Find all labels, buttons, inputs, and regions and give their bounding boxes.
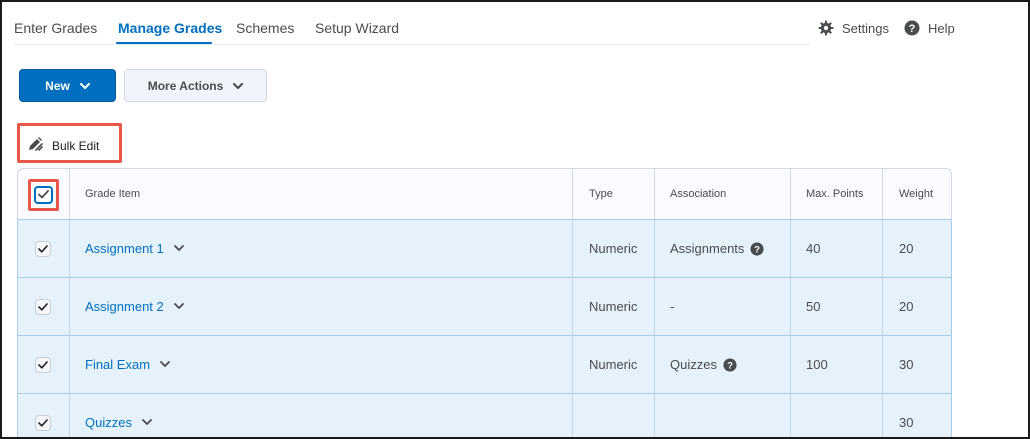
table-row: Assignment 1 Numeric Assignments ? 40 20 [17,220,952,278]
help-circle-icon[interactable]: ? [723,357,737,372]
more-actions-label: More Actions [147,78,224,93]
gear-icon [818,20,834,36]
type-cell: Numeric [589,299,638,314]
association-cell: - [670,299,675,314]
tab-schemes[interactable]: Schemes [236,20,294,36]
weight-cell: 20 [899,241,914,256]
app-frame: Enter Grades Manage Grades Schemes Setup… [0,0,1030,439]
bulk-edit-button[interactable]: Bulk Edit [27,136,99,155]
bulk-edit-label: Bulk Edit [52,138,100,153]
nav-divider [14,44,810,45]
settings-label: Settings [842,20,889,36]
chevron-down-icon[interactable] [173,303,184,310]
weight-cell: 30 [899,357,914,372]
grade-item-link[interactable]: Final Exam [85,357,150,372]
svg-text:?: ? [754,244,760,255]
checkmark-icon [38,241,48,256]
chevron-down-icon [79,79,90,93]
type-cell: Numeric [589,241,638,256]
table-row: Quizzes 30 [17,394,952,437]
table-header: Grade Item Type Association Max. Points … [17,168,952,220]
svg-text:?: ? [727,360,733,371]
grade-item-link[interactable]: Assignment 1 [85,241,164,256]
chevron-down-icon[interactable] [173,245,184,252]
chevron-down-icon[interactable] [142,419,152,426]
help-circle-icon: ? [904,20,920,36]
chevron-down-icon[interactable] [160,361,170,368]
pencil-edit-icon [27,136,43,155]
grade-item-link[interactable]: Assignment 2 [85,299,164,314]
row-checkbox[interactable] [35,240,51,257]
new-button[interactable]: New [19,69,116,102]
top-navigation: Enter Grades Manage Grades Schemes Setup… [2,2,1028,46]
more-actions-button[interactable]: More Actions [124,69,267,102]
help-circle-icon[interactable]: ? [750,241,764,256]
weight-cell: 20 [899,299,914,314]
type-cell: Numeric [589,357,638,372]
help-label: Help [928,20,955,36]
row-checkbox[interactable] [35,356,51,373]
settings-link[interactable]: Settings [818,20,889,36]
row-checkbox[interactable] [35,298,51,315]
grade-item-link[interactable]: Quizzes [85,415,132,430]
max-points-cell: 40 [806,241,821,256]
chevron-down-icon [233,79,244,93]
checkmark-icon [38,299,48,314]
checkmark-icon [38,415,48,430]
header-association: Association [670,188,727,200]
tab-setup-wizard[interactable]: Setup Wizard [315,20,399,36]
association-cell: Assignments [670,241,745,256]
new-button-label: New [45,78,70,93]
table-row: Assignment 2 Numeric - 50 20 [17,278,952,336]
select-all-checkbox[interactable] [34,186,53,204]
header-max-points: Max. Points [806,188,864,200]
checkmark-icon [38,186,49,204]
checkmark-icon [38,357,48,372]
row-checkbox[interactable] [35,414,51,431]
header-weight: Weight [899,188,934,200]
header-type: Type [589,188,613,200]
header-grade-item: Grade Item [85,188,141,200]
tab-enter-grades[interactable]: Enter Grades [14,20,97,36]
association-cell: Quizzes [670,357,717,372]
weight-cell: 30 [899,415,914,430]
tab-manage-grades[interactable]: Manage Grades [118,20,222,36]
max-points-cell: 50 [806,299,821,314]
table-row: Final Exam Numeric Quizzes ? 100 30 [17,336,952,394]
help-link[interactable]: ? Help [904,20,955,36]
max-points-cell: 100 [806,357,828,372]
svg-text:?: ? [909,23,916,35]
